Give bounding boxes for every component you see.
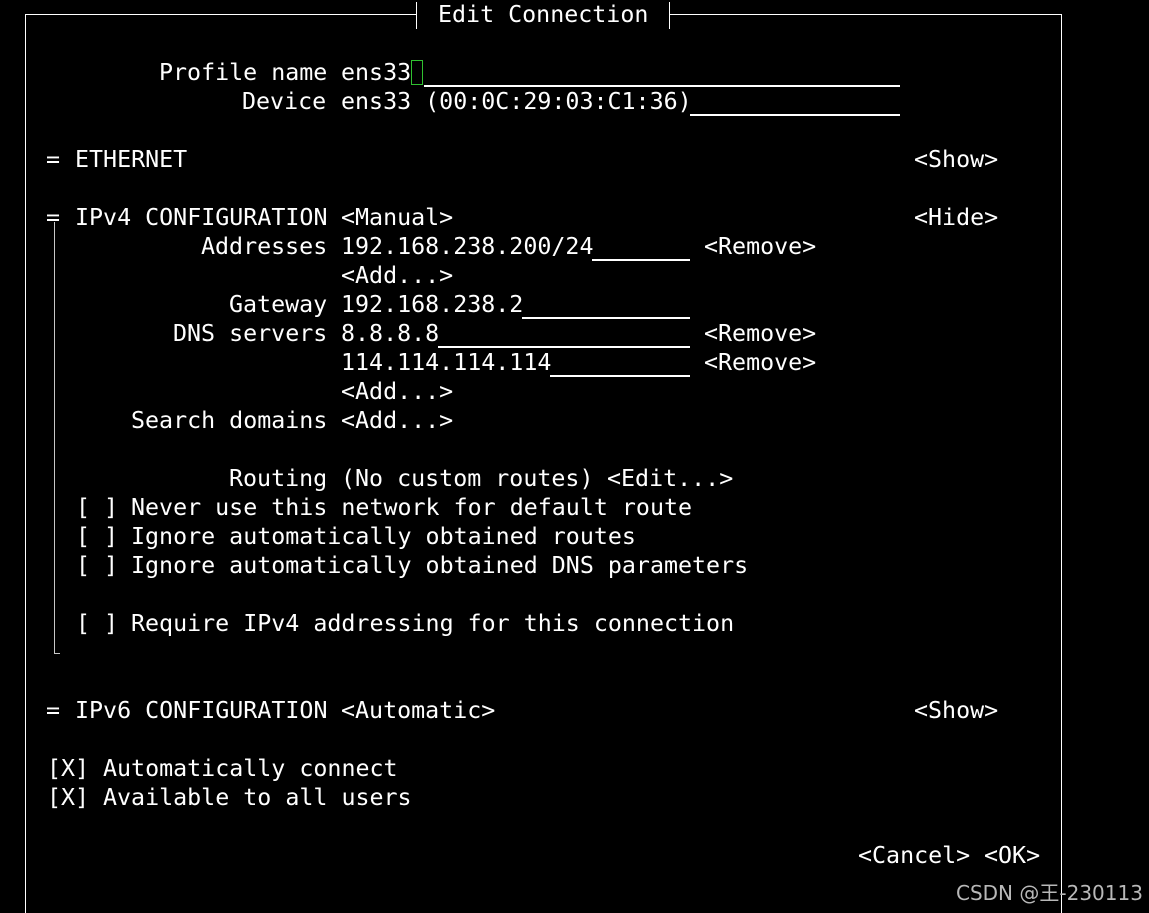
ethernet-heading: ETHERNET bbox=[75, 146, 188, 173]
address-add-button[interactable]: <Add...> bbox=[341, 261, 453, 290]
addresses-label: Addresses bbox=[201, 233, 328, 260]
search-domains-add-button[interactable]: <Add...> bbox=[341, 406, 453, 435]
never-default-route-label: Never use this network for default route bbox=[131, 494, 693, 521]
profile-name-label: Profile name bbox=[159, 59, 328, 86]
gateway-field[interactable] bbox=[522, 290, 690, 319]
profile-name-value[interactable]: ens33 bbox=[341, 58, 411, 87]
auto-connect-checkbox[interactable]: [X] bbox=[47, 754, 89, 783]
address-field[interactable] bbox=[592, 232, 690, 261]
watermark: CSDN @王-230113 bbox=[956, 881, 1143, 905]
ipv4-bracket-foot bbox=[54, 653, 60, 654]
ipv6-method-select[interactable]: <Automatic> bbox=[341, 696, 495, 725]
search-domains-label: Search domains bbox=[131, 407, 328, 434]
ethernet-marker: = bbox=[46, 146, 61, 173]
frame-right bbox=[1061, 14, 1062, 913]
ipv4-hide-button[interactable]: <Hide> bbox=[914, 203, 998, 232]
ok-button[interactable]: <OK> bbox=[984, 841, 1040, 870]
frame-left bbox=[25, 14, 26, 913]
device-field[interactable] bbox=[690, 87, 900, 116]
gateway-value[interactable]: 192.168.238.2 bbox=[341, 290, 523, 319]
dns-server-2-remove-button[interactable]: <Remove> bbox=[704, 348, 816, 377]
auto-connect-label: Automatically connect bbox=[103, 755, 398, 782]
never-default-route-checkbox[interactable]: [ ] bbox=[76, 493, 118, 522]
ipv6-show-button[interactable]: <Show> bbox=[914, 696, 998, 725]
ipv4-method-select[interactable]: <Manual> bbox=[341, 203, 453, 232]
ignore-auto-dns-label: Ignore automatically obtained DNS parame… bbox=[131, 552, 749, 579]
gateway-label: Gateway bbox=[229, 291, 328, 318]
routing-label: Routing bbox=[229, 465, 328, 492]
dns-server-1-value[interactable]: 8.8.8.8 bbox=[341, 319, 439, 348]
text-cursor bbox=[411, 60, 423, 85]
title-tick-left bbox=[416, 2, 417, 29]
dns-add-button[interactable]: <Add...> bbox=[341, 377, 453, 406]
device-label: Device bbox=[242, 88, 327, 115]
address-remove-button[interactable]: <Remove> bbox=[704, 232, 816, 261]
ipv4-section-bracket bbox=[54, 222, 55, 654]
ignore-auto-routes-label: Ignore automatically obtained routes bbox=[131, 523, 636, 550]
dns-server-2-value[interactable]: 114.114.114.114 bbox=[341, 348, 551, 377]
ipv4-heading: IPv4 CONFIGURATION bbox=[75, 204, 328, 231]
dialog-title: Edit Connection bbox=[438, 1, 649, 28]
all-users-checkbox[interactable]: [X] bbox=[47, 783, 89, 812]
ethernet-show-button[interactable]: <Show> bbox=[914, 145, 998, 174]
device-value[interactable]: ens33 (00:0C:29:03:C1:36) bbox=[341, 87, 692, 116]
all-users-label: Available to all users bbox=[103, 784, 412, 811]
frame-top-left bbox=[25, 14, 416, 15]
routing-edit-button[interactable]: <Edit...> bbox=[607, 464, 733, 493]
require-ipv4-checkbox[interactable]: [ ] bbox=[76, 609, 118, 638]
dns-servers-label: DNS servers bbox=[173, 320, 328, 347]
dns-server-1-field[interactable] bbox=[438, 319, 690, 348]
cancel-button[interactable]: <Cancel> bbox=[858, 841, 970, 870]
dns-server-1-remove-button[interactable]: <Remove> bbox=[704, 319, 816, 348]
routing-value: (No custom routes) bbox=[341, 465, 594, 492]
ipv6-marker: = bbox=[46, 697, 61, 724]
dns-server-2-field[interactable] bbox=[550, 348, 690, 377]
title-tick-right bbox=[669, 2, 670, 29]
profile-name-field[interactable] bbox=[424, 58, 900, 87]
frame-top-right bbox=[670, 14, 1062, 15]
ignore-auto-routes-checkbox[interactable]: [ ] bbox=[76, 522, 118, 551]
ignore-auto-dns-checkbox[interactable]: [ ] bbox=[76, 551, 118, 580]
require-ipv4-label: Require IPv4 addressing for this connect… bbox=[131, 610, 735, 637]
address-value[interactable]: 192.168.238.200/24 bbox=[341, 232, 593, 261]
ipv6-heading: IPv6 CONFIGURATION bbox=[75, 697, 328, 724]
